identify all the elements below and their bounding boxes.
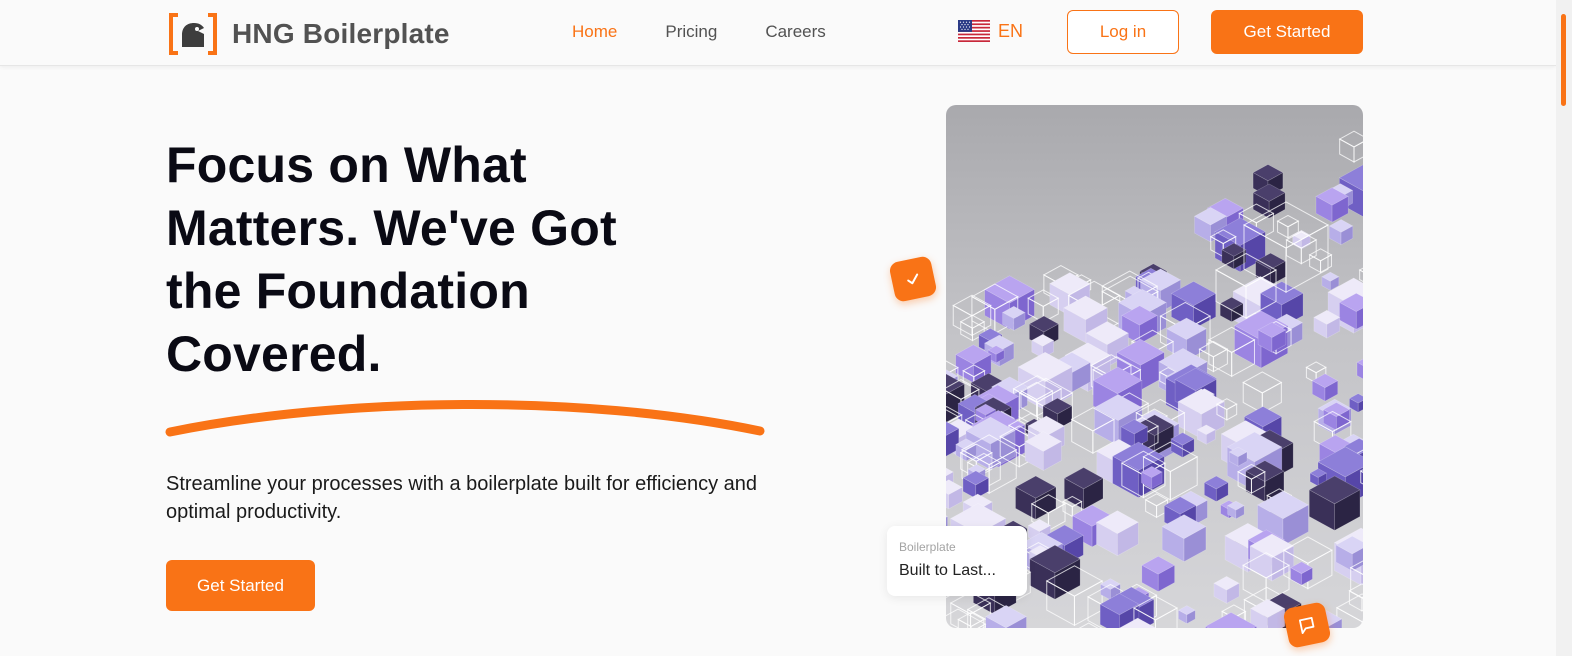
card-title: Built to Last...: [899, 562, 996, 579]
card-label: Boilerplate: [899, 540, 956, 554]
check-badge: [888, 255, 938, 303]
brand-logo[interactable]: HNG Boilerplate: [168, 13, 450, 55]
bracket-lock-logo-icon: [169, 13, 217, 55]
us-flag-icon: [958, 20, 990, 42]
main-nav: Home Pricing Careers: [572, 22, 826, 42]
header-get-started-button[interactable]: Get Started: [1211, 10, 1363, 54]
hero-get-started-button[interactable]: Get Started: [166, 560, 315, 611]
hero-subtitle: Streamline your processes with a boilerp…: [166, 473, 758, 523]
hero-title: Focus on What Matters. We've Got the Fou…: [166, 137, 617, 382]
nav-pricing[interactable]: Pricing: [665, 22, 717, 42]
check-icon: [907, 273, 919, 285]
nav-careers[interactable]: Careers: [765, 22, 825, 42]
boilerplate-card: Boilerplate Built to Last...: [887, 526, 1027, 596]
message-badge: [1282, 601, 1332, 649]
language-selector[interactable]: EN: [958, 20, 1023, 42]
site-header: HNG Boilerplate Home Pricing Careers EN …: [0, 0, 1556, 66]
language-code: EN: [998, 20, 1024, 41]
login-button[interactable]: Log in: [1067, 10, 1179, 54]
scrollbar-thumb[interactable]: [1561, 14, 1566, 106]
brand-name: HNG Boilerplate: [232, 18, 450, 49]
nav-home[interactable]: Home: [572, 22, 617, 42]
page-scrollbar[interactable]: [1556, 0, 1572, 656]
message-icon: [1298, 616, 1315, 634]
hero-underline-decoration: [165, 399, 765, 437]
